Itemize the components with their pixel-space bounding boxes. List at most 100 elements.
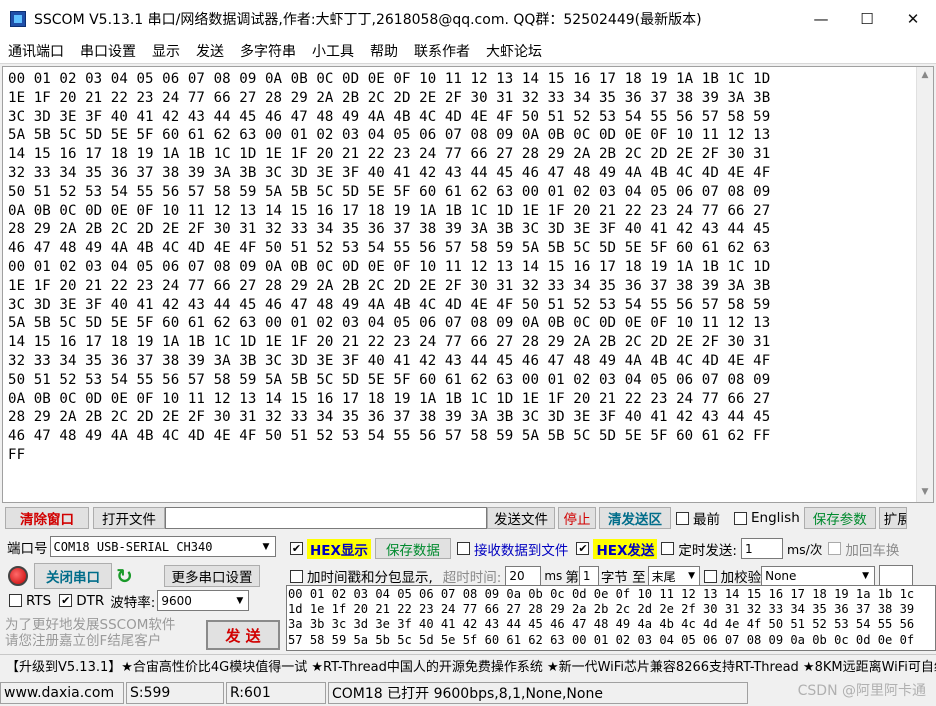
- receive-line: 5A 5B 5C 5D 5E 5F 60 61 62 63 00 01 02 0…: [8, 127, 771, 144]
- timeout-unit: ms: [544, 569, 563, 583]
- menu-tools[interactable]: 小工具: [304, 41, 362, 61]
- clear-window-button[interactable]: 清除窗口: [5, 507, 89, 529]
- options-row-2: 加时间戳和分包显示, 超时时间: 20 ms 第 1 字节 至 末尾 ▼ 加校验…: [290, 565, 914, 587]
- window-title: SSCOM V5.13.1 串口/网络数据调试器,作者:大虾丁丁,2618058…: [34, 12, 702, 28]
- refresh-icon[interactable]: ↻: [116, 564, 138, 588]
- send-line: 1d 1e 1f 20 21 22 23 24 77 66 27 28 29 2…: [288, 602, 915, 617]
- english-checkbox[interactable]: [734, 511, 747, 525]
- baud-value: 9600: [161, 593, 192, 608]
- checksum-value: None: [765, 569, 797, 583]
- timeout-input[interactable]: 20: [505, 565, 542, 587]
- port-select[interactable]: COM18 USB-SERIAL CH340 ▼: [49, 536, 276, 557]
- hex-send-checkbox[interactable]: ✔: [576, 542, 590, 555]
- rts-checkbox[interactable]: [9, 594, 22, 607]
- scroll-down-icon[interactable]: ▼: [917, 484, 933, 500]
- hex-display-label: HEX显示: [307, 538, 371, 559]
- port-value: COM18 USB-SERIAL CH340: [53, 539, 213, 554]
- status-bar: www.daxia.com S:599 R:601 COM18 已打开 9600…: [0, 679, 936, 706]
- hex-display-checkbox[interactable]: ✔: [290, 542, 303, 555]
- receive-line: 00 01 02 03 04 05 06 07 08 09 0A 0B 0C 0…: [8, 258, 771, 275]
- expand-button[interactable]: 扩展: [878, 507, 907, 529]
- hex-send-label: HEX发送: [593, 538, 658, 559]
- clear-send-area-button[interactable]: 清发送区: [599, 507, 671, 529]
- receive-scrollbar[interactable]: ▲ ▼: [916, 67, 933, 502]
- checksum-checkbox[interactable]: [703, 569, 717, 583]
- status-received-count: R:601: [226, 681, 326, 704]
- send-text: 00 01 02 03 04 05 06 07 08 09 0a 0b 0c 0…: [287, 586, 935, 648]
- close-button[interactable]: ✕: [890, 0, 936, 38]
- receive-line: 50 51 52 53 54 55 56 57 58 59 5A 5B 5C 5…: [8, 183, 771, 200]
- byte-label-suffix: 字节 至: [600, 570, 646, 586]
- menu-help[interactable]: 帮助: [362, 41, 406, 61]
- timestamp-checkbox[interactable]: [290, 569, 303, 583]
- toolbar-row: 清除窗口 打开文件 发送文件 停止 清发送区 最前 English 保存参数 扩…: [5, 507, 936, 529]
- hint-line-2: 请您注册嘉立创F结尾客户: [5, 633, 162, 649]
- send-line: 3a 3b 3c 3d 3e 3f 40 41 42 43 44 45 46 4…: [288, 617, 915, 632]
- scroll-up-icon[interactable]: ▲: [917, 67, 933, 83]
- promo-text: 【升级到V5.13.1】★合宙高性价比4G模块值得一试 ★RT-Thread中国…: [6, 660, 936, 675]
- chevron-down-icon: ▼: [257, 537, 275, 556]
- window-controls: — ☐ ✕: [798, 0, 936, 38]
- receive-line: 3C 3D 3E 3F 40 41 42 43 44 45 46 47 48 4…: [8, 296, 771, 313]
- checksum-label: 加校验: [720, 570, 762, 586]
- receive-area[interactable]: 00 01 02 03 04 05 06 07 08 09 0A 0B 0C 0…: [2, 66, 934, 503]
- dtr-checkbox[interactable]: ✔: [59, 594, 73, 607]
- interval-input[interactable]: 1: [740, 538, 783, 559]
- open-file-button[interactable]: 打开文件: [93, 507, 165, 529]
- stop-button[interactable]: 停止: [558, 507, 596, 529]
- minimize-button[interactable]: —: [798, 0, 844, 38]
- menu-contact-author[interactable]: 联系作者: [406, 41, 478, 61]
- recv-to-file-checkbox[interactable]: [456, 542, 470, 555]
- more-serial-settings-button[interactable]: 更多串口设置: [164, 565, 260, 587]
- checksum-select[interactable]: None ▼: [761, 565, 876, 587]
- timestamp-label: 加时间戳和分包显示,: [307, 570, 433, 586]
- add-crlf-label: 加回车换: [845, 542, 900, 559]
- chevron-down-icon: ▼: [231, 591, 249, 610]
- port-control-row: 关闭串口 ↻ 更多串口设置: [8, 563, 260, 589]
- menu-display[interactable]: 显示: [144, 41, 188, 61]
- baud-select[interactable]: 9600 ▼: [157, 590, 250, 611]
- dtr-label: DTR: [76, 592, 105, 609]
- receive-line: 3C 3D 3E 3F 40 41 42 43 44 45 46 47 48 4…: [8, 108, 771, 125]
- promo-banner[interactable]: 【升级到V5.13.1】★合宙高性价比4G模块值得一试 ★RT-Thread中国…: [0, 654, 936, 676]
- english-label: English: [751, 510, 800, 526]
- save-params-button[interactable]: 保存参数: [803, 507, 876, 529]
- byte-label-prefix: 第: [565, 570, 579, 586]
- end-select[interactable]: 末尾 ▼: [647, 565, 700, 587]
- byte-start-input[interactable]: 1: [578, 565, 599, 587]
- status-website[interactable]: www.daxia.com: [0, 681, 124, 704]
- menu-forum[interactable]: 大虾论坛: [478, 41, 550, 61]
- receive-text: 00 01 02 03 04 05 06 07 08 09 0A 0B 0C 0…: [3, 67, 933, 465]
- receive-line: 00 01 02 03 04 05 06 07 08 09 0A 0B 0C 0…: [8, 71, 771, 87]
- receive-line: 14 15 16 17 18 19 1A 1B 1C 1D 1E 1F 20 2…: [8, 146, 771, 163]
- send-input-area[interactable]: 00 01 02 03 04 05 06 07 08 09 0a 0b 0c 0…: [286, 585, 936, 651]
- send-file-button[interactable]: 发送文件: [487, 507, 555, 529]
- close-port-button[interactable]: 关闭串口: [34, 563, 112, 589]
- send-button[interactable]: 发 送: [206, 620, 280, 650]
- port-status-indicator-icon: [8, 566, 28, 586]
- file-path-input[interactable]: [165, 507, 487, 529]
- timeout-label: 超时时间:: [442, 570, 502, 586]
- maximize-button[interactable]: ☐: [844, 0, 890, 38]
- receive-line: 28 29 2A 2B 2C 2D 2E 2F 30 31 32 33 34 3…: [8, 409, 771, 426]
- menu-multi-string[interactable]: 多字符串: [232, 41, 304, 61]
- receive-line: 32 33 34 35 36 37 38 39 3A 3B 3C 3D 3E 3…: [8, 164, 771, 181]
- menu-send[interactable]: 发送: [188, 41, 232, 61]
- title-bar: SSCOM V5.13.1 串口/网络数据调试器,作者:大虾丁丁,2618058…: [0, 0, 936, 38]
- chevron-down-icon: ▼: [857, 566, 875, 586]
- receive-line: 0A 0B 0C 0D 0E 0F 10 11 12 13 14 15 16 1…: [8, 390, 771, 407]
- timed-send-checkbox[interactable]: [661, 542, 675, 555]
- extra-input[interactable]: [879, 565, 914, 587]
- status-port-state: COM18 已打开 9600bps,8,1,None,None: [328, 681, 748, 704]
- save-data-button[interactable]: 保存数据: [374, 538, 451, 559]
- menu-serial-settings[interactable]: 串口设置: [72, 41, 144, 61]
- receive-line: 46 47 48 49 4A 4B 4C 4D 4E 4F 50 51 52 5…: [8, 428, 771, 445]
- menu-bar: 通讯端口 串口设置 显示 发送 多字符串 小工具 帮助 联系作者 大虾论坛: [0, 38, 936, 64]
- menu-comm-port[interactable]: 通讯端口: [0, 41, 72, 61]
- csdn-watermark: CSDN @阿里阿卡通: [797, 683, 926, 699]
- receive-line: 1E 1F 20 21 22 23 24 77 66 27 28 29 2A 2…: [8, 89, 771, 106]
- topmost-checkbox[interactable]: [676, 511, 689, 525]
- baud-label: 波特率:: [110, 594, 156, 611]
- rts-label: RTS: [26, 592, 52, 609]
- add-crlf-checkbox[interactable]: [828, 542, 842, 555]
